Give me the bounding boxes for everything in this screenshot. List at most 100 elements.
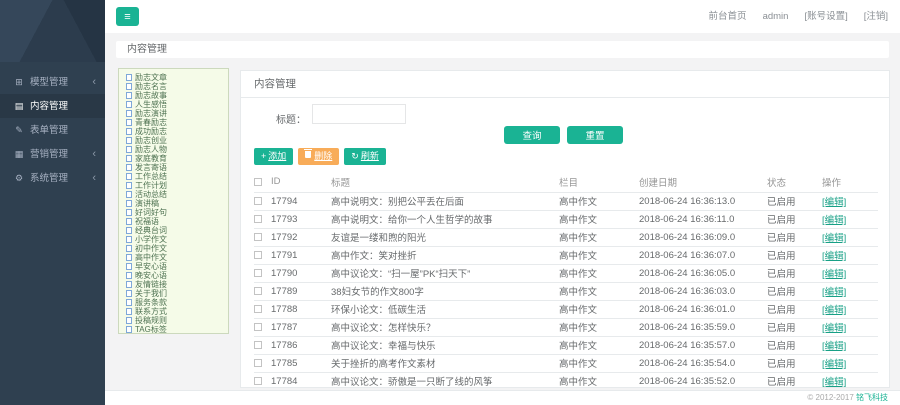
edit-link[interactable]: [编辑] bbox=[822, 233, 846, 244]
row-checkbox[interactable] bbox=[254, 214, 262, 223]
tree-node[interactable]: 小学作文 bbox=[119, 235, 228, 244]
delete-button[interactable]: 删除 bbox=[298, 148, 340, 165]
tree-node[interactable]: 服务条款 bbox=[119, 298, 228, 307]
cell-action: [编辑] bbox=[822, 210, 878, 229]
row-checkbox[interactable] bbox=[254, 232, 262, 241]
edit-link[interactable]: [编辑] bbox=[822, 215, 846, 226]
edit-link[interactable]: [编辑] bbox=[822, 287, 846, 298]
query-button[interactable]: 查询 bbox=[504, 126, 560, 144]
edit-link[interactable]: [编辑] bbox=[822, 305, 846, 316]
cell-title: 高中议论文：怎样快乐？ bbox=[331, 318, 559, 337]
cell-action: [编辑] bbox=[822, 282, 878, 301]
row-checkbox[interactable] bbox=[254, 358, 262, 367]
tree-node[interactable]: 祝福语 bbox=[119, 217, 228, 226]
select-all-checkbox[interactable] bbox=[254, 177, 262, 186]
tree-node[interactable]: 青春励志 bbox=[119, 118, 228, 127]
tree-node[interactable]: 活动总结 bbox=[119, 190, 228, 199]
edit-link[interactable]: [编辑] bbox=[822, 251, 846, 262]
topbar-links: 前台首页 admin [账号设置] [注销] bbox=[693, 0, 888, 33]
cell-id: 17786 bbox=[271, 336, 331, 355]
cell-status: 已启用 bbox=[767, 300, 822, 319]
add-button[interactable]: + 添加 bbox=[254, 148, 294, 165]
tree-node[interactable]: 高中作文 bbox=[119, 253, 228, 262]
tree-node-label: 好词好句 bbox=[135, 208, 167, 217]
tree-node[interactable]: 晚安心语 bbox=[119, 271, 228, 280]
edit-link[interactable]: [编辑] bbox=[822, 269, 846, 280]
table-row: 17785 关于挫折的高考作文素材 高中作文 2018-06-24 16:35:54.… bbox=[254, 354, 878, 373]
column-header: 操作 bbox=[822, 172, 878, 193]
cell-date: 2018-06-24 16:36:03.0 bbox=[639, 282, 767, 301]
cell-category: 高中作文 bbox=[559, 210, 639, 229]
column-header: 栏目 bbox=[559, 172, 639, 193]
edit-link[interactable]: [编辑] bbox=[822, 323, 846, 334]
sidebar-item-system[interactable]: ⚙ 系统管理 ‹ bbox=[0, 166, 105, 190]
tree-node[interactable]: 人生感悟 bbox=[119, 100, 228, 109]
table-toolbar: + 添加 删除 ↻ 刷新 bbox=[254, 148, 391, 165]
edit-link[interactable]: [编辑] bbox=[822, 377, 846, 387]
menu-toggle-button[interactable]: ≡ bbox=[116, 7, 139, 26]
tree-node[interactable]: 成功励志 bbox=[119, 127, 228, 136]
topbar-link-username[interactable]: admin bbox=[763, 11, 789, 22]
edit-link[interactable]: [编辑] bbox=[822, 341, 846, 352]
table-row: 17789 38妇女节的作文800字 高中作文 2018-06-24 16:36:03… bbox=[254, 282, 878, 301]
row-checkbox-cell bbox=[254, 282, 271, 301]
sidebar-item-form[interactable]: ✎ 表单管理 bbox=[0, 118, 105, 142]
tree-node[interactable]: 励志创业 bbox=[119, 136, 228, 145]
document-icon bbox=[126, 128, 132, 135]
row-checkbox[interactable] bbox=[254, 376, 262, 385]
tree-node[interactable]: 励志名言 bbox=[119, 82, 228, 91]
tree-node[interactable]: 工作计划 bbox=[119, 181, 228, 190]
refresh-button[interactable]: ↻ 刷新 bbox=[344, 148, 386, 165]
tree-node[interactable]: 早安心语 bbox=[119, 262, 228, 271]
document-icon bbox=[126, 164, 132, 171]
company-link[interactable]: 铭飞科技 bbox=[856, 393, 888, 402]
row-checkbox[interactable] bbox=[254, 340, 262, 349]
tree-node[interactable]: 发言寄语 bbox=[119, 163, 228, 172]
row-checkbox[interactable] bbox=[254, 196, 262, 205]
sidebar-item-marketing[interactable]: ▦ 营销管理 ‹ bbox=[0, 142, 105, 166]
cell-title: 高中说明文：别把公平丢在后面 bbox=[331, 192, 559, 211]
sidebar-item-content[interactable]: ▤ 内容管理 bbox=[0, 94, 105, 118]
tree-node[interactable]: 初中作文 bbox=[119, 244, 228, 253]
cell-title: 高中议论文：骄傲是一只断了线的风筝 bbox=[331, 372, 559, 387]
tree-node[interactable]: 友情链接 bbox=[119, 280, 228, 289]
tree-node[interactable]: 励志故事 bbox=[119, 91, 228, 100]
title-search-input[interactable] bbox=[312, 104, 406, 124]
row-checkbox[interactable] bbox=[254, 322, 262, 331]
topbar-link-frontend-home[interactable]: 前台首页 bbox=[709, 11, 747, 22]
tree-node[interactable]: 励志演讲 bbox=[119, 109, 228, 118]
tree-node[interactable]: 投稿规则 bbox=[119, 316, 228, 325]
tree-node[interactable]: 关于我们 bbox=[119, 289, 228, 298]
tree-node[interactable]: 经典台词 bbox=[119, 226, 228, 235]
tree-node[interactable]: 工作总结 bbox=[119, 172, 228, 181]
tree-node-label: 工作总结 bbox=[135, 172, 167, 181]
tree-node[interactable]: 演讲稿 bbox=[119, 199, 228, 208]
tree-node[interactable]: TAG标签 bbox=[119, 325, 228, 333]
edit-link[interactable]: [编辑] bbox=[822, 359, 846, 370]
topbar-link-logout[interactable]: [注销] bbox=[864, 11, 888, 22]
row-checkbox[interactable] bbox=[254, 268, 262, 277]
row-checkbox-cell bbox=[254, 192, 271, 211]
tree-node[interactable]: 好词好句 bbox=[119, 208, 228, 217]
category-tree-list: 励志文章 励志名言 励志故事 人生感悟 励志演讲 青春励志 成功励志 励志创业 励志人物 家庭教育… bbox=[119, 73, 228, 333]
row-checkbox[interactable] bbox=[254, 250, 262, 259]
row-checkbox-cell bbox=[254, 318, 271, 337]
reset-button[interactable]: 重置 bbox=[567, 126, 623, 144]
topbar-link-account-settings[interactable]: [账号设置] bbox=[804, 11, 847, 22]
footer: © 2012-2017 铭飞科技 bbox=[105, 390, 900, 405]
edit-link[interactable]: [编辑] bbox=[822, 197, 846, 208]
sidebar-item-model[interactable]: ⊞ 模型管理 ‹ bbox=[0, 70, 105, 94]
tree-node[interactable]: 家庭教育 bbox=[119, 154, 228, 163]
cell-status: 已启用 bbox=[767, 282, 822, 301]
row-checkbox[interactable] bbox=[254, 304, 262, 313]
tree-node[interactable]: 励志文章 bbox=[119, 73, 228, 82]
cell-category: 高中作文 bbox=[559, 264, 639, 283]
tree-node[interactable]: 联系方式 bbox=[119, 307, 228, 316]
tree-node[interactable]: 励志人物 bbox=[119, 145, 228, 154]
table-row: 17784 高中议论文：骄傲是一只断了线的风筝 高中作文 2018-06-24 16:… bbox=[254, 372, 878, 387]
cell-action: [编辑] bbox=[822, 336, 878, 355]
cell-title: 关于挫折的高考作文素材 bbox=[331, 354, 559, 373]
sidebar-item-label: 模型管理 bbox=[30, 77, 69, 88]
row-checkbox[interactable] bbox=[254, 286, 262, 295]
document-icon bbox=[126, 191, 132, 198]
